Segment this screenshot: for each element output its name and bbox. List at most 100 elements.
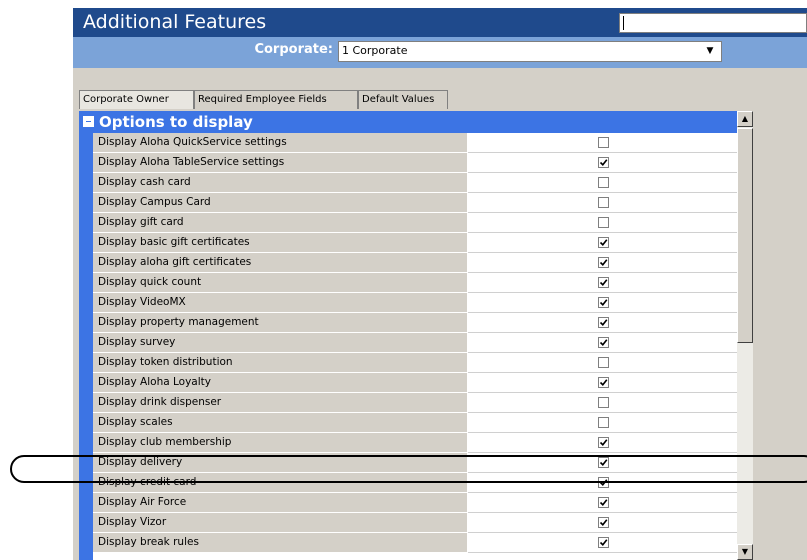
arrow-up-icon[interactable]: ▲ [737,111,753,127]
option-row: Display gift card [93,213,737,233]
corporate-select[interactable]: 1 Corporate ▼ [338,41,722,62]
option-checkbox[interactable] [598,317,609,328]
option-value-cell [468,353,737,373]
option-checkbox[interactable] [598,177,609,188]
tab-default-values[interactable]: Default Values [358,90,448,109]
tab-corporate-owner[interactable]: Corporate Owner [79,90,194,109]
option-label: Display property management [93,313,467,333]
option-label: Display aloha gift certificates [93,253,467,273]
option-value-cell [468,413,737,433]
checkmark-icon [599,159,608,166]
option-row: Display survey [93,333,737,353]
option-row: Display drink dispenser [93,393,737,413]
option-label: Display scales [93,413,467,433]
option-row: Display Aloha QuickService settings [93,133,737,153]
option-checkbox[interactable] [598,417,609,428]
option-row: Display Campus Card [93,193,737,213]
option-value-cell [468,493,737,513]
checkmark-icon [599,439,608,446]
additional-features-window: Additional Features Corporate: 1 Corpora… [73,8,807,560]
option-value-cell [468,373,737,393]
corporate-select-value: 1 Corporate [342,44,408,57]
option-checkbox[interactable] [598,197,609,208]
option-row: Display credit card [93,473,737,493]
checkmark-icon [599,239,608,246]
option-checkbox[interactable] [598,357,609,368]
checkmark-icon [599,379,608,386]
window-title: Additional Features [83,11,267,33]
text-caret [623,16,624,30]
checkmark-icon [599,339,608,346]
option-value-cell [468,133,737,153]
checkmark-icon [599,519,608,526]
option-checkbox[interactable] [598,337,609,348]
option-row: Display Vizor [93,513,737,533]
options-grid: Options to display Display Aloha QuickSe… [79,111,737,560]
checkmark-icon [599,539,608,546]
option-checkbox[interactable] [598,437,609,448]
option-label: Display cash card [93,173,467,193]
title-search-input[interactable] [619,13,807,33]
option-label: Display drink dispenser [93,393,467,413]
option-checkbox[interactable] [598,237,609,248]
tab-required-employee-fields[interactable]: Required Employee Fields [194,90,358,109]
corporate-label: Corporate: [254,42,333,57]
row-gutter [79,133,93,560]
section-header[interactable]: Options to display [79,111,737,133]
option-checkbox[interactable] [598,377,609,388]
option-value-cell [468,273,737,293]
option-value-cell [468,153,737,173]
checkmark-icon [599,319,608,326]
option-value-cell [468,453,737,473]
option-value-cell [468,473,737,493]
option-row: Display cash card [93,173,737,193]
option-checkbox[interactable] [598,157,609,168]
option-checkbox[interactable] [598,217,609,228]
option-row: Display quick count [93,273,737,293]
option-row: Display Aloha TableService settings [93,153,737,173]
option-checkbox[interactable] [598,277,609,288]
option-row: Display token distribution [93,353,737,373]
option-value-cell [468,233,737,253]
option-value-cell [468,253,737,273]
option-checkbox[interactable] [598,477,609,488]
option-label: Display Vizor [93,513,467,533]
option-row: Display basic gift certificates [93,233,737,253]
option-checkbox[interactable] [598,297,609,308]
option-label: Display Campus Card [93,193,467,213]
option-label: Display gift card [93,213,467,233]
option-label: Display VideoMX [93,293,467,313]
chevron-down-icon[interactable]: ▼ [699,42,721,61]
option-checkbox[interactable] [598,397,609,408]
option-checkbox[interactable] [598,517,609,528]
option-checkbox[interactable] [598,457,609,468]
option-value-cell [468,213,737,233]
option-checkbox[interactable] [598,137,609,148]
option-label: Display token distribution [93,353,467,373]
minus-box-icon[interactable] [83,116,94,127]
option-checkbox[interactable] [598,497,609,508]
option-value-cell [468,393,737,413]
scroll-thumb[interactable] [737,128,753,343]
checkmark-icon [599,279,608,286]
checkmark-icon [599,299,608,306]
option-value-cell [468,173,737,193]
option-value-cell [468,533,737,553]
arrow-down-icon[interactable]: ▼ [737,544,753,560]
option-value-cell [468,293,737,313]
option-label: Display club membership [93,433,467,453]
option-label: Display basic gift certificates [93,233,467,253]
option-label: Display survey [93,333,467,353]
option-value-cell [468,433,737,453]
checkmark-icon [599,459,608,466]
option-label: Display credit card [93,473,467,493]
option-checkbox[interactable] [598,537,609,548]
option-checkbox[interactable] [598,257,609,268]
vertical-scrollbar[interactable]: ▲ ▼ [737,111,753,560]
option-row: Display club membership [93,433,737,453]
checkmark-icon [599,259,608,266]
checkmark-icon [599,479,608,486]
title-bar: Additional Features [73,8,807,37]
option-label: Display break rules [93,533,467,553]
option-row: Display Air Force [93,493,737,513]
